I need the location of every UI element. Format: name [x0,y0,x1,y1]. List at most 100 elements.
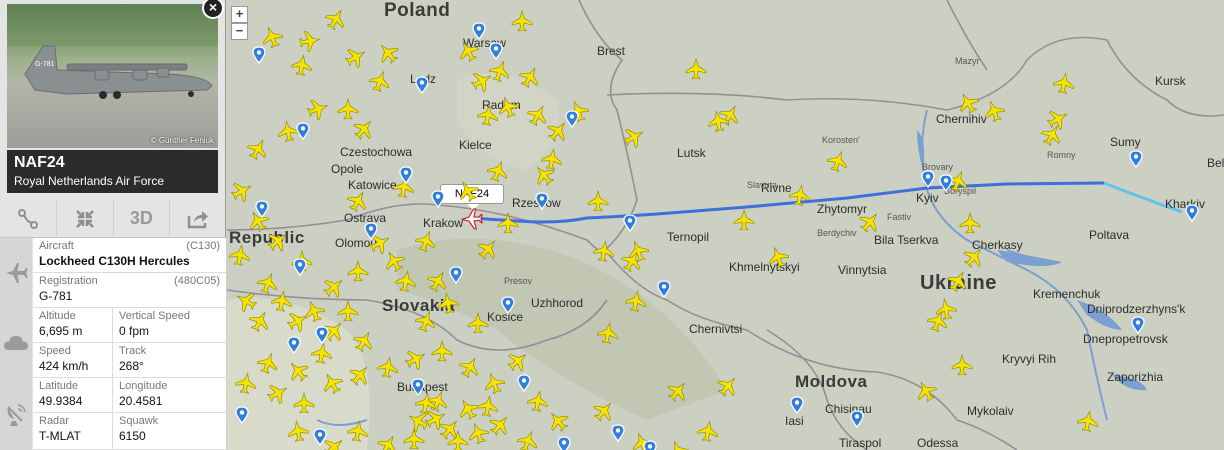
airport-pin-icon[interactable] [364,222,378,240]
aircraft-marker[interactable] [623,126,645,148]
airport-pin-icon[interactable] [921,170,935,188]
aircraft-marker[interactable] [621,250,643,272]
flight-map[interactable]: + − Poland Republic Slovakia Ukraine Mol… [227,0,1224,450]
selected-aircraft-marker[interactable] [461,208,483,230]
airport-pin-icon[interactable] [411,378,425,396]
aircraft-marker[interactable] [267,230,289,252]
airport-pin-icon[interactable] [1185,204,1199,222]
aircraft-marker[interactable] [587,190,609,212]
aircraft-marker[interactable] [415,230,437,252]
aircraft-marker[interactable] [733,209,755,231]
airport-pin-icon[interactable] [850,410,864,428]
aircraft-marker[interactable] [1041,124,1063,146]
aircraft-marker[interactable] [347,420,369,442]
aircraft-marker[interactable] [497,212,519,234]
aircraft-marker[interactable] [347,190,369,212]
airport-pin-icon[interactable] [252,46,266,64]
aircraft-marker[interactable] [457,40,479,62]
aircraft-marker[interactable] [459,356,481,378]
aircraft-marker[interactable] [457,180,479,202]
zoom-out-button[interactable]: − [231,23,248,40]
aircraft-marker[interactable] [667,440,689,450]
aircraft-marker[interactable] [477,395,499,417]
aircraft-marker[interactable] [467,422,489,444]
aircraft-marker[interactable] [489,414,511,436]
aircraft-marker[interactable] [959,212,981,234]
aircraft-marker[interactable] [477,104,499,126]
aircraft-marker[interactable] [287,360,309,382]
aircraft-marker[interactable] [517,430,539,450]
aircraft-marker[interactable] [519,66,541,88]
airport-pin-icon[interactable] [293,258,307,276]
aircraft-marker[interactable] [249,310,271,332]
aircraft-marker[interactable] [685,58,707,80]
aircraft-marker[interactable] [439,418,461,440]
aircraft-marker[interactable] [247,138,269,160]
airport-pin-icon[interactable] [313,428,327,446]
aircraft-marker[interactable] [625,290,647,312]
aircraft-marker[interactable] [287,420,309,442]
aircraft-marker[interactable] [303,300,325,322]
aircraft-marker[interactable] [957,92,979,114]
airport-pin-icon[interactable] [657,280,671,298]
aircraft-marker[interactable] [271,290,293,312]
aircraft-marker[interactable] [347,260,369,282]
aircraft-marker[interactable] [859,211,881,233]
aircraft-marker[interactable] [467,312,489,334]
airport-pin-icon[interactable] [939,174,953,192]
aircraft-marker[interactable] [767,246,789,268]
aircraft-marker[interactable] [229,244,251,266]
aircraft-marker[interactable] [483,372,505,394]
airport-pin-icon[interactable] [415,76,429,94]
route-button[interactable] [0,200,57,237]
airport-pin-icon[interactable] [472,22,486,40]
aircraft-marker[interactable] [597,322,619,344]
aircraft-marker[interactable] [231,180,253,202]
aircraft-marker[interactable] [321,372,343,394]
airport-pin-icon[interactable] [623,214,637,232]
aircraft-marker[interactable] [547,410,569,432]
collapse-button[interactable] [57,200,114,237]
close-panel-button[interactable]: × [202,0,224,19]
aircraft-marker[interactable] [403,428,425,450]
aircraft-marker[interactable] [963,246,985,268]
aircraft-marker[interactable] [377,356,399,378]
aircraft-marker[interactable] [307,98,329,120]
aircraft-marker[interactable] [947,270,969,292]
airport-pin-icon[interactable] [1131,316,1145,334]
airport-pin-icon[interactable] [557,436,571,450]
aircraft-marker[interactable] [235,290,257,312]
airport-pin-icon[interactable] [501,296,515,314]
aircraft-marker[interactable] [323,276,345,298]
airport-pin-icon[interactable] [535,192,549,210]
aircraft-marker[interactable] [527,390,549,412]
airport-pin-icon[interactable] [611,424,625,442]
aircraft-marker[interactable] [527,104,549,126]
aircraft-marker[interactable] [789,184,811,206]
aircraft-marker[interactable] [377,434,399,450]
airport-pin-icon[interactable] [489,42,503,60]
aircraft-marker[interactable] [431,340,453,362]
aircraft-marker[interactable] [257,352,279,374]
aircraft-marker[interactable] [353,118,375,140]
aircraft-marker[interactable] [311,342,333,364]
aircraft-marker[interactable] [477,238,499,260]
aircraft-marker[interactable] [497,96,519,118]
zoom-in-button[interactable]: + [231,6,248,23]
aircraft-marker[interactable] [427,270,449,292]
aircraft-marker[interactable] [457,398,479,420]
aircraft-marker[interactable] [291,54,313,76]
aircraft-marker[interactable] [827,150,849,172]
aircraft-marker[interactable] [383,250,405,272]
aircraft-marker[interactable] [471,70,493,92]
airport-pin-icon[interactable] [255,200,269,218]
aircraft-marker[interactable] [235,372,257,394]
aircraft-marker[interactable] [927,310,949,332]
airport-pin-icon[interactable] [449,266,463,284]
aircraft-marker[interactable] [487,160,509,182]
airport-pin-icon[interactable] [643,440,657,450]
aircraft-marker[interactable] [415,310,437,332]
aircraft-marker[interactable] [915,380,937,402]
aircraft-marker[interactable] [667,380,689,402]
aircraft-marker[interactable] [353,330,375,352]
